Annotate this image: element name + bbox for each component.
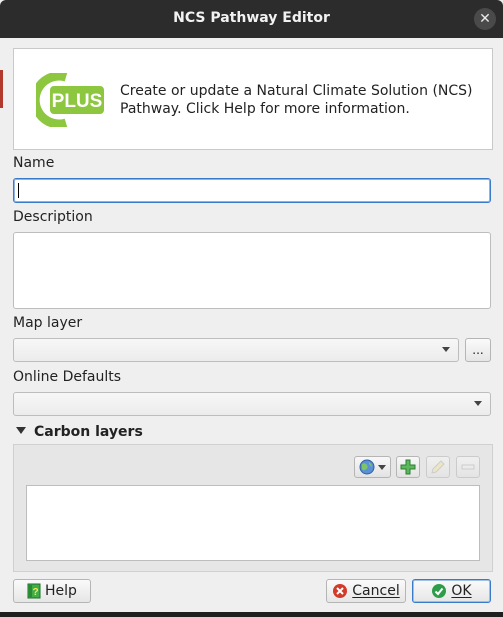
online-defaults-label: Online Defaults [13, 369, 122, 385]
cancel-button[interactable]: Cancel [326, 579, 406, 603]
carbon-layers-panel [13, 444, 493, 572]
cancel-icon [333, 584, 348, 598]
collapse-triangle-icon [16, 427, 26, 434]
background-window-bottom [0, 612, 503, 617]
svg-text:?: ? [32, 587, 38, 598]
ok-icon [432, 584, 447, 598]
remove-carbon-layer-button[interactable] [456, 456, 480, 478]
help-icon: ? [27, 583, 41, 599]
name-field[interactable] [13, 178, 491, 203]
map-layer-label: Map layer [13, 315, 83, 331]
logo-text: PLUS [52, 91, 103, 112]
add-layer-icon [400, 459, 416, 475]
description-field[interactable] [13, 232, 491, 309]
background-window-strip [0, 70, 3, 108]
carbon-layers-header[interactable]: Carbon layers [13, 424, 143, 442]
edit-icon [431, 460, 445, 474]
ncs-pathway-editor-dialog: NCS Pathway Editor ✕ PLUS Create or upda… [0, 0, 503, 617]
globe-icon [359, 459, 375, 475]
browse-map-layer-button[interactable]: ... [465, 338, 491, 362]
chevron-down-icon [474, 401, 482, 406]
online-defaults-combo[interactable] [13, 392, 491, 416]
title-bar[interactable]: NCS Pathway Editor ✕ [0, 0, 503, 38]
ok-button[interactable]: OK [412, 579, 491, 603]
close-button[interactable]: ✕ [474, 8, 496, 30]
header-panel: PLUS Create or update a Natural Climate … [13, 48, 493, 150]
chevron-down-icon [442, 347, 450, 352]
carbon-layers-title: Carbon layers [34, 424, 143, 440]
cancel-label: Cancel [352, 583, 400, 599]
name-label: Name [13, 155, 55, 171]
add-online-layer-button[interactable] [354, 456, 391, 478]
edit-carbon-layer-button[interactable] [426, 456, 450, 478]
cplus-logo: PLUS [36, 73, 104, 127]
close-icon: ✕ [479, 11, 491, 27]
remove-icon [461, 464, 475, 470]
description-label: Description [13, 209, 93, 225]
add-carbon-layer-button[interactable] [396, 456, 420, 478]
dialog-title: NCS Pathway Editor [173, 10, 330, 26]
carbon-layers-list[interactable] [26, 485, 480, 561]
dropdown-arrow-icon [378, 464, 386, 470]
help-label: Help [45, 583, 77, 599]
text-caret [18, 183, 19, 198]
map-layer-combo[interactable] [13, 338, 459, 362]
help-button[interactable]: ? Help [13, 579, 91, 603]
ok-label: OK [451, 583, 472, 599]
header-description: Create or update a Natural Climate Solut… [120, 83, 473, 117]
